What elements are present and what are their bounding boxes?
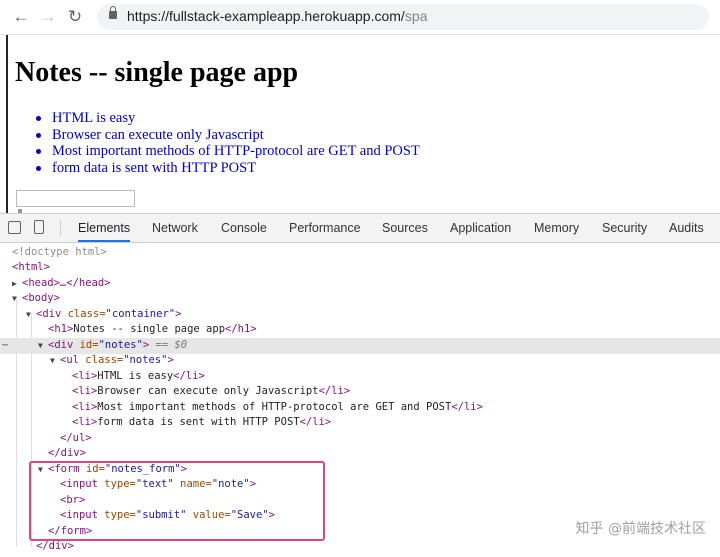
div-tag: <div	[36, 308, 68, 320]
tab-performance[interactable]: Performance	[289, 214, 361, 242]
li-text: form data is sent with HTTP POST	[97, 416, 300, 428]
tab-audits[interactable]: Audits	[669, 214, 704, 242]
li-text: Most important methods of HTTP-protocol …	[97, 401, 452, 413]
tab-sources[interactable]: Sources	[382, 214, 428, 242]
lock-icon	[109, 6, 117, 19]
toolbar-divider	[60, 220, 61, 236]
li-close: </li>	[451, 401, 483, 413]
note-item: Browser can execute only Javascript	[36, 127, 420, 144]
url-text: https://fullstack-exampleapp.herokuapp.c…	[127, 8, 427, 24]
ul-close: </ul>	[60, 432, 92, 444]
browser-toolbar: ← → ↻ https://fullstack-exampleapp.herok…	[0, 0, 720, 35]
dom-node-notes-selected[interactable]: ⋯ ▼ <div id="notes"> == $0	[0, 338, 720, 354]
div-tag: <div	[48, 339, 80, 351]
tab-memory[interactable]: Memory	[534, 214, 579, 242]
collapse-triangle-icon[interactable]: ▼	[12, 291, 22, 307]
li-text: HTML is easy	[97, 370, 174, 382]
attr-name: class=	[85, 354, 124, 366]
html-tag: <html>	[12, 261, 50, 273]
page-title: Notes -- single page app	[15, 57, 299, 88]
h1-close: </h1>	[225, 323, 257, 335]
note-item: HTML is easy	[36, 110, 420, 127]
dom-node-div-close[interactable]: </div>	[0, 446, 720, 462]
tab-application[interactable]: Application	[450, 214, 511, 242]
attr-name: class=	[67, 308, 106, 320]
collapse-triangle-icon[interactable]: ▼	[50, 353, 60, 369]
notes-list: HTML is easy Browser can execute only Ja…	[36, 110, 420, 176]
h1-open: <h1>	[48, 323, 74, 335]
tag-end: >	[142, 339, 150, 351]
url-path: spa	[404, 8, 428, 24]
dom-node-html[interactable]: <html>	[0, 260, 720, 276]
h1-text: Notes -- single page app	[73, 323, 226, 335]
div-close: </div>	[36, 540, 74, 552]
dom-node-container-close[interactable]: </div>	[0, 539, 720, 555]
doctype-text: <!doctype html>	[12, 246, 107, 258]
attr-value: "notes"	[123, 354, 168, 366]
tag-end: >	[167, 354, 174, 366]
ul-tag: <ul	[60, 354, 86, 366]
address-bar[interactable]: https://fullstack-exampleapp.herokuapp.c…	[97, 4, 709, 30]
body-tag: <body>	[22, 292, 60, 304]
url-host: https://fullstack-exampleapp.herokuapp.c…	[127, 8, 405, 24]
tab-network[interactable]: Network	[152, 214, 198, 242]
div-close: </div>	[48, 447, 86, 459]
tab-elements[interactable]: Elements	[78, 214, 131, 242]
dom-node-body[interactable]: ▼ <body>	[0, 291, 720, 307]
dom-node-li[interactable]: <li>HTML is easy</li>	[0, 369, 720, 385]
dom-node-container[interactable]: ▼ <div class="container">	[0, 307, 720, 323]
li-close: </li>	[318, 385, 351, 397]
note-input[interactable]	[16, 190, 135, 207]
watermark: 知乎 @前端技术社区	[575, 521, 706, 537]
inspect-element-icon[interactable]	[8, 221, 21, 234]
page-left-edge	[6, 35, 8, 213]
page-viewport: Notes -- single page app HTML is easy Br…	[0, 35, 720, 213]
li-open: <li>	[72, 401, 98, 413]
dom-node-head[interactable]: ▶ <head>…</head>	[0, 276, 720, 292]
li-open: <li>	[72, 370, 98, 382]
reload-icon[interactable]: ↻	[64, 6, 86, 28]
tab-security[interactable]: Security	[602, 214, 647, 242]
back-arrow-icon[interactable]: ←	[10, 6, 32, 28]
li-close: </li>	[173, 370, 205, 382]
li-close: </li>	[299, 416, 332, 428]
dom-node-doctype[interactable]: <!doctype html>	[0, 245, 720, 261]
li-text: Browser can execute only Javascript	[97, 385, 319, 397]
collapse-triangle-icon[interactable]: ▼	[38, 338, 48, 354]
form-highlight-box	[29, 461, 325, 541]
expand-triangle-icon[interactable]: ▶	[12, 276, 22, 292]
dom-node-ul-close[interactable]: </ul>	[0, 431, 720, 447]
device-toolbar-icon[interactable]	[34, 220, 44, 234]
tag-end: >	[175, 308, 182, 320]
note-item: Most important methods of HTTP-protocol …	[36, 143, 420, 160]
li-open: <li>	[72, 416, 98, 428]
dom-node-li[interactable]: <li>Most important methods of HTTP-proto…	[0, 400, 720, 416]
dom-node-li[interactable]: <li>form data is sent with HTTP POST</li…	[0, 415, 720, 431]
li-open: <li>	[72, 385, 98, 397]
attr-value: "notes"	[98, 339, 143, 351]
dom-node-h1[interactable]: <h1>Notes -- single page app</h1>	[0, 322, 720, 338]
devtools-tabbar: Elements Network Console Performance Sou…	[0, 213, 720, 243]
more-options-icon[interactable]: ⋯	[2, 338, 8, 354]
dom-node-li[interactable]: <li>Browser can execute only Javascript<…	[0, 384, 720, 400]
attr-value: "container"	[105, 308, 176, 320]
dom-node-ul[interactable]: ▼ <ul class="notes">	[0, 353, 720, 369]
attr-name: id=	[79, 339, 99, 351]
selected-marker: == $0	[155, 339, 188, 351]
collapse-triangle-icon[interactable]: ▼	[26, 307, 36, 323]
forward-arrow-icon[interactable]: →	[37, 6, 59, 28]
tab-console[interactable]: Console	[221, 214, 267, 242]
head-tag: <head>…</head>	[22, 277, 111, 289]
note-item: form data is sent with HTTP POST	[36, 160, 420, 177]
